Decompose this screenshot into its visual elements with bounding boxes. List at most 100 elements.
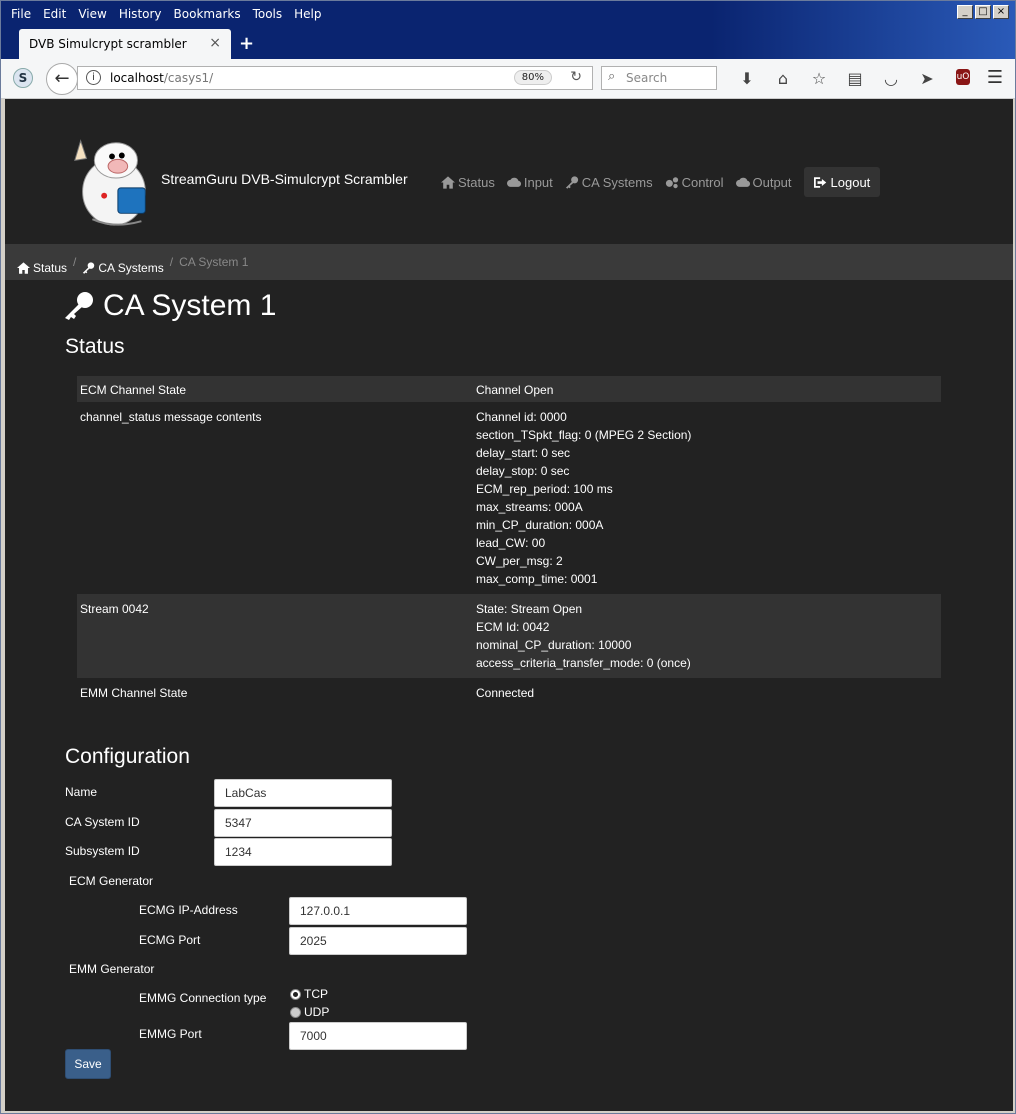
emm-channel-state-value: Connected: [473, 678, 941, 708]
logout-label: Logout: [830, 174, 871, 190]
send-icon[interactable]: ➤: [909, 69, 945, 88]
browser-chrome: File Edit View History Bookmarks Tools H…: [1, 1, 1015, 61]
nav-output-label: Output: [752, 174, 792, 190]
gears-icon: [665, 176, 678, 188]
menu-edit[interactable]: Edit: [37, 5, 72, 25]
nav-output[interactable]: Output: [730, 168, 798, 196]
ecmg-ip-label: ECMG IP-Address: [139, 903, 238, 917]
channel-status-line: Channel id: 0000: [476, 410, 567, 424]
channel-status-line: min_CP_duration: 000A: [476, 518, 604, 532]
maximize-icon[interactable]: □: [975, 5, 991, 19]
subsystem-id-label: Subsystem ID: [65, 844, 140, 858]
key-icon: [565, 175, 578, 189]
radio-tcp-label: TCP: [304, 987, 328, 1001]
status-table: ECM Channel State Channel Open channel_s…: [77, 376, 941, 708]
browser-tab[interactable]: DVB Simulcrypt scrambler ×: [19, 29, 231, 59]
home-icon: [17, 261, 30, 274]
emm-channel-state-label: EMM Channel State: [77, 678, 473, 708]
new-tab-icon[interactable]: +: [239, 33, 254, 54]
reading-list-icon[interactable]: ▤: [837, 69, 873, 88]
channel-status-line: delay_start: 0 sec: [476, 446, 571, 460]
pocket-icon[interactable]: ◡: [873, 69, 909, 88]
menu-file[interactable]: File: [5, 5, 37, 25]
ecmg-port-label: ECMG Port: [139, 933, 201, 947]
nav-status[interactable]: Status: [435, 168, 501, 196]
search-icon: ⌕: [608, 69, 616, 84]
nav-input[interactable]: Input: [501, 168, 559, 196]
emmg-connection-type-label: EMMG Connection type: [139, 991, 267, 1005]
breadcrumb-separator: /: [73, 255, 77, 269]
url-bar[interactable]: i localhost/casys1/ 80% ↻: [77, 66, 593, 90]
logout-button[interactable]: Logout: [803, 167, 881, 197]
table-row: Stream 0042 State: Stream Open ECM Id: 0…: [77, 594, 941, 678]
breadcrumb-ca-systems-label: CA Systems: [98, 260, 164, 275]
emmg-port-input[interactable]: 7000: [289, 1022, 467, 1050]
channel-status-line: ECM_rep_period: 100 ms: [476, 482, 613, 496]
minimize-icon[interactable]: _: [957, 5, 973, 19]
ca-system-id-input[interactable]: 5347: [214, 809, 392, 837]
main-nav: Status Input CA Systems Control Output L…: [435, 167, 881, 197]
page-title: CA System 1: [63, 289, 276, 323]
search-placeholder: Search: [626, 71, 668, 85]
back-arrow-icon[interactable]: ←: [46, 63, 78, 95]
channel-status-line: max_comp_time: 0001: [476, 572, 598, 586]
radio-tcp[interactable]: TCP: [290, 987, 328, 1001]
stream-line: access_criteria_transfer_mode: 0 (once): [476, 656, 691, 670]
nav-toolbar: S ← i localhost/casys1/ 80% ↻ ⌕ Search ⬇…: [1, 59, 1015, 99]
brand-title[interactable]: StreamGuru DVB-Simulcrypt Scrambler: [161, 171, 408, 187]
emm-generator-group-label: EMM Generator: [69, 962, 155, 976]
menu-view[interactable]: View: [72, 5, 112, 25]
cloud-download-icon: [506, 177, 521, 187]
ecmg-ip-input[interactable]: 127.0.0.1: [289, 897, 467, 925]
ecmg-port-input[interactable]: 2025: [289, 927, 467, 955]
menu-history[interactable]: History: [113, 5, 168, 25]
menu-tools[interactable]: Tools: [247, 5, 289, 25]
stream-line: ECM Id: 0042: [476, 620, 550, 634]
configuration-heading: Configuration: [65, 745, 190, 768]
search-input[interactable]: ⌕ Search: [601, 66, 717, 90]
key-icon: [83, 261, 95, 274]
hamburger-menu-icon[interactable]: ☰: [987, 67, 1003, 88]
page-title-text: CA System 1: [103, 289, 277, 322]
channel-status-line: CW_per_msg: 2: [476, 554, 563, 568]
extension-s-icon[interactable]: S: [13, 68, 33, 88]
name-input[interactable]: LabCas: [214, 779, 392, 807]
breadcrumb-ca-systems[interactable]: CA Systems: [82, 255, 164, 280]
channel-status-values: Channel id: 0000 section_TSpkt_flag: 0 (…: [473, 402, 941, 594]
nav-control-label: Control: [681, 174, 724, 190]
channel-status-line: section_TSpkt_flag: 0 (MPEG 2 Section): [476, 428, 692, 442]
close-window-icon[interactable]: ×: [993, 5, 1009, 19]
radio-udp[interactable]: UDP: [290, 1005, 329, 1019]
table-row: channel_status message contents Channel …: [77, 402, 941, 594]
site-info-icon[interactable]: i: [86, 70, 101, 85]
table-row: EMM Channel State Connected: [77, 678, 941, 708]
menu-bar: File Edit View History Bookmarks Tools H…: [5, 5, 328, 25]
menu-help[interactable]: Help: [288, 5, 327, 25]
ublock-icon[interactable]: uO: [956, 69, 970, 85]
channel-status-line: lead_CW: 00: [476, 536, 546, 550]
ecm-channel-state-value: Channel Open: [473, 376, 941, 402]
reload-icon[interactable]: ↻: [570, 69, 582, 85]
name-label: Name: [65, 785, 98, 799]
breadcrumb-status-label: Status: [33, 260, 68, 275]
subsystem-id-input[interactable]: 1234: [214, 838, 392, 866]
home-icon[interactable]: ⌂: [765, 69, 801, 88]
nav-control[interactable]: Control: [659, 168, 730, 196]
zoom-indicator[interactable]: 80%: [513, 70, 552, 85]
radio-udp-button[interactable]: [290, 1006, 301, 1018]
tab-title: DVB Simulcrypt scrambler: [29, 37, 187, 51]
nav-status-label: Status: [458, 174, 495, 190]
nav-ca-systems[interactable]: CA Systems: [559, 168, 659, 196]
nav-ca-systems-label: CA Systems: [581, 174, 653, 190]
bookmark-star-icon[interactable]: ☆: [801, 69, 837, 88]
breadcrumb-status[interactable]: Status: [17, 255, 67, 280]
menu-bookmarks[interactable]: Bookmarks: [168, 5, 247, 25]
radio-udp-label: UDP: [304, 1005, 330, 1019]
save-button[interactable]: Save: [65, 1049, 111, 1079]
download-icon[interactable]: ⬇: [729, 69, 765, 88]
radio-tcp-button[interactable]: [290, 988, 301, 1000]
stream-line: nominal_CP_duration: 10000: [476, 638, 632, 652]
close-tab-icon[interactable]: ×: [209, 35, 221, 51]
home-icon: [441, 175, 455, 189]
stream-values: State: Stream Open ECM Id: 0042 nominal_…: [473, 594, 941, 678]
